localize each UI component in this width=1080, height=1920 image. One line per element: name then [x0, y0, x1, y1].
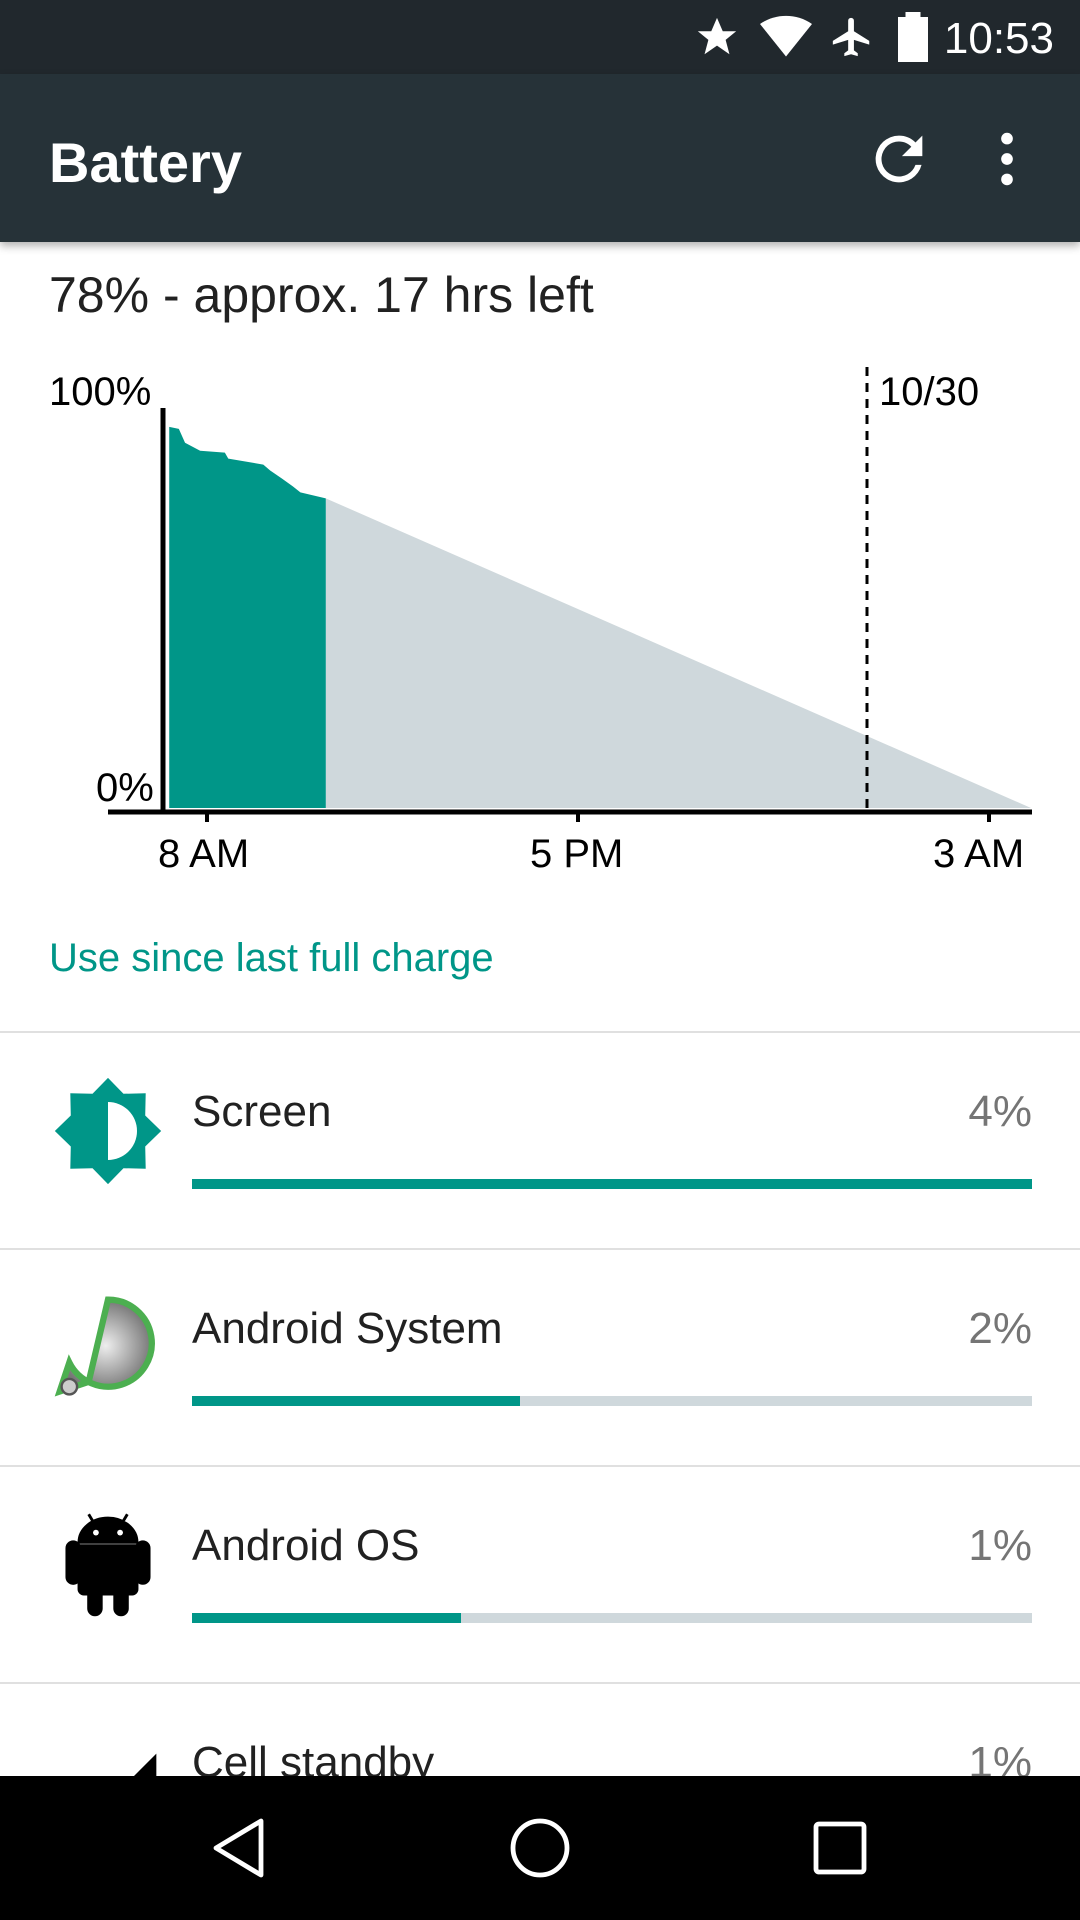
- usage-percent: 4%: [968, 1087, 1032, 1136]
- usage-bar: [192, 1613, 1032, 1623]
- brightness-icon: [54, 1077, 162, 1185]
- usage-percent: 1%: [968, 1521, 1032, 1570]
- use-since-last-full-charge-link[interactable]: Use since last full charge: [49, 936, 494, 981]
- usage-bar: [192, 1396, 1032, 1406]
- star-icon: [697, 17, 737, 55]
- usage-row-android-os[interactable]: Android OS 1%: [0, 1467, 1080, 1684]
- usage-name: Android OS: [192, 1521, 420, 1570]
- status-bar: 10:53: [0, 0, 1080, 74]
- usage-row-android-system[interactable]: Android System 2%: [0, 1250, 1080, 1467]
- usage-percent: 2%: [968, 1304, 1032, 1353]
- battery-icon: [898, 12, 928, 62]
- refresh-icon[interactable]: [864, 124, 934, 194]
- airplane-icon: [832, 17, 870, 57]
- back-icon[interactable]: [204, 1812, 276, 1884]
- clock: 10:53: [943, 14, 1054, 63]
- battery-summary: 78% - approx. 17 hrs left: [49, 267, 594, 323]
- history-area: [169, 426, 326, 808]
- usage-bar-fill: [192, 1179, 1032, 1189]
- recents-icon[interactable]: [804, 1812, 876, 1884]
- battery-chart: [108, 367, 1032, 822]
- navigation-bar: [0, 1776, 1080, 1920]
- usage-bar-fill: [192, 1396, 520, 1406]
- home-icon[interactable]: [504, 1812, 576, 1884]
- android-robot-icon: [65, 1513, 151, 1617]
- usage-name: Screen: [192, 1087, 332, 1136]
- more-vert-icon[interactable]: [972, 124, 1042, 194]
- app-bar: Battery: [0, 74, 1080, 242]
- usage-bar: [192, 1179, 1032, 1189]
- usage-row-screen[interactable]: Screen 4%: [0, 1033, 1080, 1250]
- android-system-icon: [54, 1296, 155, 1397]
- page-title: Battery: [49, 131, 242, 194]
- usage-bar-fill: [192, 1613, 461, 1623]
- wifi-icon: [760, 15, 812, 57]
- usage-name: Android System: [192, 1304, 503, 1353]
- projection-area: [325, 498, 1031, 808]
